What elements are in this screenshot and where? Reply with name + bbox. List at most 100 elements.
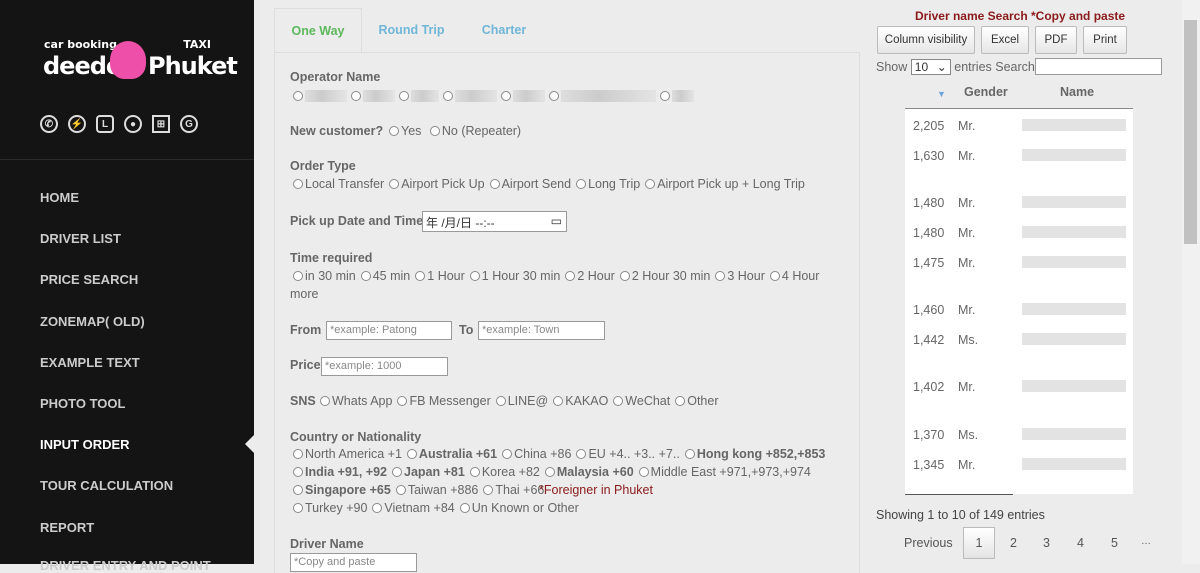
- operator-options[interactable]: [293, 89, 698, 103]
- nav-example-text[interactable]: EXAMPLE TEXT: [40, 355, 140, 370]
- radio-option[interactable]: 4 Hour: [769, 269, 819, 283]
- radio-circle[interactable]: [576, 179, 587, 189]
- radio-circle[interactable]: [293, 449, 303, 459]
- radio-circle[interactable]: [415, 271, 426, 281]
- radio-option[interactable]: in 30 min: [293, 269, 356, 283]
- nav-price-search[interactable]: PRICE SEARCH: [40, 272, 138, 287]
- radio-circle[interactable]: [406, 449, 417, 459]
- radio-option[interactable]: Vietnam +84: [372, 501, 455, 515]
- radio-option[interactable]: Other: [675, 394, 719, 408]
- radio-circle[interactable]: [489, 179, 500, 189]
- radio-circle[interactable]: [715, 271, 726, 281]
- radio-circle[interactable]: [645, 179, 656, 189]
- previous-button[interactable]: Previous: [904, 536, 953, 550]
- column-visibility-button[interactable]: Column visibility: [877, 26, 975, 54]
- nav-home[interactable]: HOME: [40, 190, 79, 205]
- radio-circle[interactable]: [502, 449, 513, 459]
- nav-input-order[interactable]: INPUT ORDER: [40, 437, 130, 452]
- radio-circle[interactable]: [675, 396, 686, 406]
- radio-circle[interactable]: [544, 467, 555, 477]
- radio-circle[interactable]: [613, 396, 624, 406]
- radio-option[interactable]: Un Known or Other: [459, 501, 579, 515]
- nav-tour-calculation[interactable]: TOUR CALCULATION: [40, 478, 173, 493]
- radio-option[interactable]: FB Messenger: [397, 394, 491, 408]
- pdf-button[interactable]: PDF: [1035, 26, 1077, 54]
- calendar-icon[interactable]: ▭: [551, 214, 562, 228]
- radio-option[interactable]: Middle East +971,+973,+974: [638, 465, 811, 479]
- radio-circle[interactable]: [293, 271, 303, 281]
- radio-option[interactable]: Thai +66: [483, 483, 544, 497]
- radio-circle[interactable]: [469, 467, 480, 477]
- radio-option[interactable]: WeChat: [613, 394, 670, 408]
- radio-option[interactable]: 2 Hour: [565, 269, 615, 283]
- radio-circle[interactable]: [397, 396, 408, 406]
- page-1-button[interactable]: 1: [963, 527, 995, 559]
- radio-circle[interactable]: [293, 485, 303, 495]
- wechat-icon[interactable]: ●: [124, 115, 142, 133]
- radio-circle[interactable]: [495, 396, 506, 406]
- nav-driver-list[interactable]: DRIVER LIST: [40, 231, 121, 246]
- column-name[interactable]: Name: [1060, 85, 1094, 99]
- nav-photo-tool[interactable]: PHOTO TOOL: [40, 396, 125, 411]
- radio-option[interactable]: Turkey +90: [293, 501, 367, 515]
- radio-option[interactable]: Airport Pick Up: [389, 177, 485, 191]
- whatsapp-icon[interactable]: ✆: [40, 115, 58, 133]
- messenger-icon[interactable]: ⚡: [68, 115, 86, 133]
- logo[interactable]: car booking TAXI deedee Phuket: [40, 36, 238, 88]
- radio-option[interactable]: Whats App: [320, 394, 392, 408]
- radio-option[interactable]: 1 Hour: [415, 269, 465, 283]
- driver-name-input[interactable]: *Copy and paste: [290, 553, 417, 572]
- radio-circle[interactable]: [684, 449, 695, 459]
- page-4-button[interactable]: 4: [1077, 536, 1084, 550]
- radio-circle[interactable]: [395, 485, 406, 495]
- sort-desc-icon[interactable]: ▼: [937, 89, 946, 99]
- nav-driver-entry[interactable]: DRIVER ENTRY AND POINT: [40, 558, 211, 573]
- line-icon[interactable]: L: [96, 115, 114, 133]
- radio-circle[interactable]: [372, 503, 383, 513]
- radio-circle[interactable]: [459, 503, 470, 513]
- tab-one-way[interactable]: One Way: [274, 8, 362, 54]
- radio-circle[interactable]: [565, 271, 576, 281]
- radio-option[interactable]: Korea +82: [469, 465, 540, 479]
- radio-circle[interactable]: [293, 503, 303, 513]
- radio-option[interactable]: 3 Hour: [715, 269, 765, 283]
- radio-option[interactable]: China +86: [502, 447, 571, 461]
- radio-circle[interactable]: [293, 467, 303, 477]
- radio-option[interactable]: Long Trip: [576, 177, 640, 191]
- entries-select[interactable]: 10 ⌄: [910, 59, 951, 75]
- radio-option[interactable]: Local Transfer: [293, 177, 384, 191]
- nav-zonemap[interactable]: ZONEMAP( OLD): [40, 314, 145, 329]
- radio-option[interactable]: 1 Hour 30 min: [469, 269, 560, 283]
- radio-option[interactable]: Airport Pick up + Long Trip: [645, 177, 805, 191]
- radio-circle[interactable]: [392, 467, 402, 477]
- tab-round-trip[interactable]: Round Trip: [369, 8, 454, 54]
- radio-circle[interactable]: [638, 467, 649, 477]
- radio-circle[interactable]: [619, 271, 630, 281]
- radio-option[interactable]: Airport Send: [489, 177, 571, 191]
- page-2-button[interactable]: 2: [1010, 536, 1017, 550]
- column-gender[interactable]: Gender: [964, 85, 1008, 99]
- page-3-button[interactable]: 3: [1043, 536, 1050, 550]
- radio-option[interactable]: 2 Hour 30 min: [619, 269, 710, 283]
- google-icon[interactable]: G: [180, 115, 198, 133]
- radio-option[interactable]: Singapore +65: [293, 483, 391, 497]
- pickup-datetime-input[interactable]: 年 /月/日 --:-- ▭: [422, 211, 567, 232]
- radio-no-repeater[interactable]: No (Repeater): [429, 124, 521, 138]
- radio-circle[interactable]: [769, 271, 780, 281]
- windows-icon[interactable]: ⊞: [152, 115, 170, 133]
- radio-circle[interactable]: [389, 179, 400, 189]
- radio-option[interactable]: 45 min: [360, 269, 410, 283]
- print-button[interactable]: Print: [1083, 26, 1127, 54]
- radio-circle[interactable]: [576, 449, 587, 459]
- page-5-button[interactable]: 5: [1111, 536, 1118, 550]
- to-input[interactable]: *example: Town: [478, 321, 605, 340]
- from-input[interactable]: *example: Patong: [326, 321, 452, 340]
- table-scrollbar[interactable]: [905, 494, 1013, 495]
- radio-circle[interactable]: [483, 485, 494, 495]
- radio-yes[interactable]: Yes: [389, 124, 421, 138]
- radio-circle[interactable]: [553, 396, 564, 406]
- radio-option[interactable]: North America +1: [293, 447, 402, 461]
- radio-option[interactable]: India +91, +92: [293, 465, 387, 479]
- radio-circle[interactable]: [320, 396, 330, 406]
- radio-option[interactable]: Hong kong +852,+853: [684, 447, 825, 461]
